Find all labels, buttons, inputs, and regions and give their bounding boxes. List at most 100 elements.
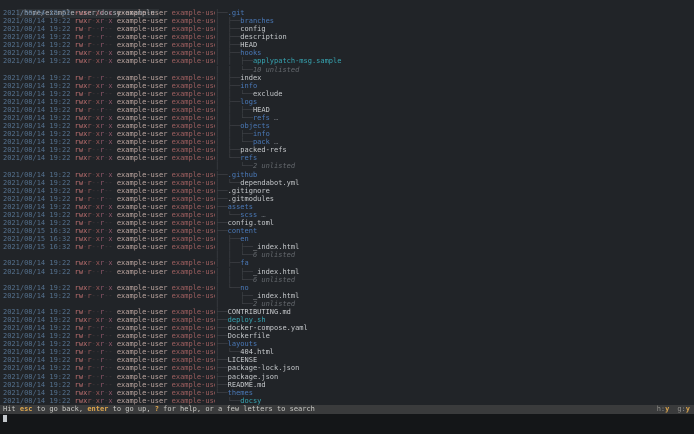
tree-entry: │ ├──fa	[215, 259, 694, 267]
tree-row[interactable]: 2021/08/14 19:22 rwxr-xr-x example-user …	[0, 284, 694, 292]
file-date: 2021/08/14 19:22	[3, 267, 75, 276]
tree-row[interactable]: 2021/08/14 19:22 rwxr-xr-x example-user …	[0, 138, 694, 146]
tree-row[interactable]: │ │ └──10 unlisted	[0, 66, 694, 74]
tree-row[interactable]: 2021/08/14 19:22 rwxr-xr-x example-user …	[0, 49, 694, 57]
file-meta: 2021/08/14 19:22 rwxr-xr-x example-user …	[0, 259, 215, 267]
tree-row[interactable]: 2021/08/14 19:22 rwxr-xr-x example-user …	[0, 57, 694, 65]
file-date: 2021/08/14 19:22	[3, 307, 75, 316]
tree-entry: │ └──no	[215, 284, 694, 292]
tree-row[interactable]: 2021/08/14 19:22 rw-r--r-- example-user …	[0, 90, 694, 98]
file-meta: 2021/08/14 19:22 rw-r--r-- example-user …	[0, 373, 215, 381]
tree-row[interactable]: 2021/08/14 19:22 rw-r--r-- example-user …	[0, 219, 694, 227]
tree-row[interactable]: 2021/08/14 19:22 rw-r--r-- example-user …	[0, 25, 694, 33]
tree-row[interactable]: 2021/08/14 19:22 rwxr-xr-x example-user …	[0, 340, 694, 348]
file-perms: rwxr-xr-x	[74, 122, 113, 131]
file-group: example-user	[171, 97, 215, 106]
file-date: 2021/08/14 19:22	[3, 138, 75, 147]
tree-row[interactable]: 2021/08/14 19:22 rwxr-xr-x example-user …	[0, 122, 694, 130]
file-owner: example-user	[112, 97, 168, 106]
tree-row[interactable]: 2021/08/14 19:22 rwxr-xr-x example-user …	[0, 389, 694, 397]
file-perms: rwxr-xr-x	[74, 340, 113, 349]
file-group: example-user	[171, 372, 215, 381]
dir-name: themes	[227, 388, 253, 397]
file-name: package.json	[227, 372, 279, 381]
tree-entry: ├──config.toml	[215, 219, 694, 227]
file-owner: example-user	[112, 340, 168, 349]
tree-entry: ├──README.md	[215, 381, 694, 389]
tree-row[interactable]: 2021/08/14 19:22 rw-r--r-- example-user …	[0, 41, 694, 49]
file-meta	[0, 276, 215, 284]
tree-row[interactable]: 2021/08/14 19:22 rwxr-xr-x example-user …	[0, 171, 694, 179]
file-meta: 2021/08/14 19:22 rwxr-xr-x example-user …	[0, 154, 215, 162]
file-owner: example-user	[112, 25, 168, 34]
tree-row[interactable]: 2021/08/14 19:22 rw-r--r-- example-user …	[0, 33, 694, 41]
tree-branch-lines: │ │ ├──	[215, 105, 253, 114]
file-meta: 2021/08/14 19:22 rw-r--r-- example-user …	[0, 195, 215, 203]
tree-row[interactable]: 2021/08/14 19:22 rw-r--r-- example-user …	[0, 332, 694, 340]
tree-row[interactable]: 2021/08/14 19:22 rw-r--r-- example-user …	[0, 146, 694, 154]
file-group: example-user	[171, 283, 215, 292]
tree-row[interactable]: 2021/08/14 19:22 rw-r--r-- example-user …	[0, 106, 694, 114]
tree-branch-lines: │ │ └──	[215, 114, 253, 123]
tree-row[interactable]: 2021/08/14 19:22 rwxr-xr-x example-user …	[0, 259, 694, 267]
file-meta: 2021/08/14 19:22 rwxr-xr-x example-user …	[0, 130, 215, 138]
file-meta: 2021/08/14 19:22 rwxr-xr-x example-user …	[0, 203, 215, 211]
dir-name: .git	[227, 9, 245, 17]
tree-row[interactable]: 2021/08/14 19:22 rw-r--r-- example-user …	[0, 373, 694, 381]
file-date: 2021/08/14 19:22	[3, 9, 75, 17]
file-owner: example-user	[112, 154, 168, 163]
file-date: 2021/08/14 19:22	[3, 291, 75, 300]
tree-row[interactable]: │ │ └──6 unlisted	[0, 251, 694, 259]
file-meta: 2021/08/14 19:22 rwxr-xr-x example-user …	[0, 49, 215, 57]
unlisted-count: 6 unlisted	[252, 251, 296, 260]
tree-row[interactable]: 2021/08/14 19:22 rwxr-xr-x example-user …	[0, 203, 694, 211]
file-group: example-user	[171, 243, 215, 252]
tree-row[interactable]: 2021/08/14 19:22 rwxr-xr-x example-user …	[0, 130, 694, 138]
tree-row[interactable]: 2021/08/14 19:22 rw-r--r-- example-user …	[0, 292, 694, 300]
tree-row[interactable]: 2021/08/14 19:22 rwxr-xr-x example-user …	[0, 17, 694, 25]
tree-row[interactable]: 2021/08/14 19:22 rw-r--r-- example-user …	[0, 195, 694, 203]
file-perms: rw-r--r--	[74, 186, 113, 195]
tree-row[interactable]: 2021/08/14 19:22 rw-r--r-- example-user …	[0, 308, 694, 316]
tree-row[interactable]: 2021/08/14 19:22 rw-r--r-- example-user …	[0, 356, 694, 364]
tree-branch-lines: │ │ └──	[215, 138, 253, 147]
file-group: example-user	[171, 259, 215, 268]
tree-row[interactable]: 2021/08/14 19:22 rwxr-xr-x example-user …	[0, 114, 694, 122]
dir-name: no	[240, 283, 249, 292]
tree-row[interactable]: 2021/08/14 19:22 rw-r--r-- example-user …	[0, 74, 694, 82]
dir-name: scss	[240, 210, 258, 219]
tree-row[interactable]: │ └──2 unlisted	[0, 300, 694, 308]
tree-row[interactable]: 2021/08/14 19:22 rw-r--r-- example-user …	[0, 348, 694, 356]
tree-row[interactable]: 2021/08/15 16:32 rwxr-xr-x example-user …	[0, 227, 694, 235]
tree-row[interactable]: 2021/08/14 19:22 rwxr-xr-x example-user …	[0, 98, 694, 106]
tree-row[interactable]: 2021/08/15 16:32 rw-r--r-- example-user …	[0, 243, 694, 251]
tree-row[interactable]: 2021/08/14 19:22 rw-r--r-- example-user …	[0, 187, 694, 195]
tree-row[interactable]: 2021/08/14 19:22 rwxr-xr-x example-user …	[0, 9, 694, 17]
tree-row[interactable]: │ │ └──6 unlisted	[0, 276, 694, 284]
tree-row[interactable]: 2021/08/14 19:22 rwxr-xr-x example-user …	[0, 397, 694, 405]
dir-name: info	[252, 130, 270, 139]
file-perms: rw-r--r--	[74, 41, 113, 50]
tree-row[interactable]: 2021/08/14 19:22 rw-r--r-- example-user …	[0, 268, 694, 276]
file-date: 2021/08/14 19:22	[3, 324, 75, 333]
tree-entry: │ │ ├──applypatch-msg.sample	[215, 57, 694, 65]
collapsed-ellipsis: …	[257, 210, 266, 219]
tree-branch-lines: ├──	[215, 324, 228, 333]
tree-row[interactable]: 2021/08/14 19:22 rw-r--r-- example-user …	[0, 381, 694, 389]
tree-entry: │ ├──en	[215, 235, 694, 243]
tree-entry: │ └──refs	[215, 154, 694, 162]
tree-row[interactable]: 2021/08/14 19:22 rwxr-xr-x example-user …	[0, 316, 694, 324]
tree-row[interactable]: 2021/08/14 19:22 rw-r--r-- example-user …	[0, 324, 694, 332]
tree-row[interactable]: 2021/08/14 19:22 rwxr-xr-x example-user …	[0, 211, 694, 219]
file-meta: 2021/08/14 19:22 rwxr-xr-x example-user …	[0, 389, 215, 397]
tree-row[interactable]: 2021/08/14 19:22 rwxr-xr-x example-user …	[0, 82, 694, 90]
search-input[interactable]	[0, 414, 694, 423]
tree-row[interactable]: 2021/08/15 16:32 rwxr-xr-x example-user …	[0, 235, 694, 243]
tree-row[interactable]: 2021/08/14 19:22 rwxr-xr-x example-user …	[0, 154, 694, 162]
unlisted-count: 2 unlisted	[252, 299, 296, 308]
tree-row[interactable]: 2021/08/14 19:22 rw-r--r-- example-user …	[0, 364, 694, 372]
tree-row[interactable]: │ └──2 unlisted	[0, 162, 694, 170]
tree-branch-lines: │ ├──	[215, 25, 241, 34]
tree-branch-lines: ├──	[215, 307, 228, 316]
tree-row[interactable]: 2021/08/14 19:22 rw-r--r-- example-user …	[0, 179, 694, 187]
